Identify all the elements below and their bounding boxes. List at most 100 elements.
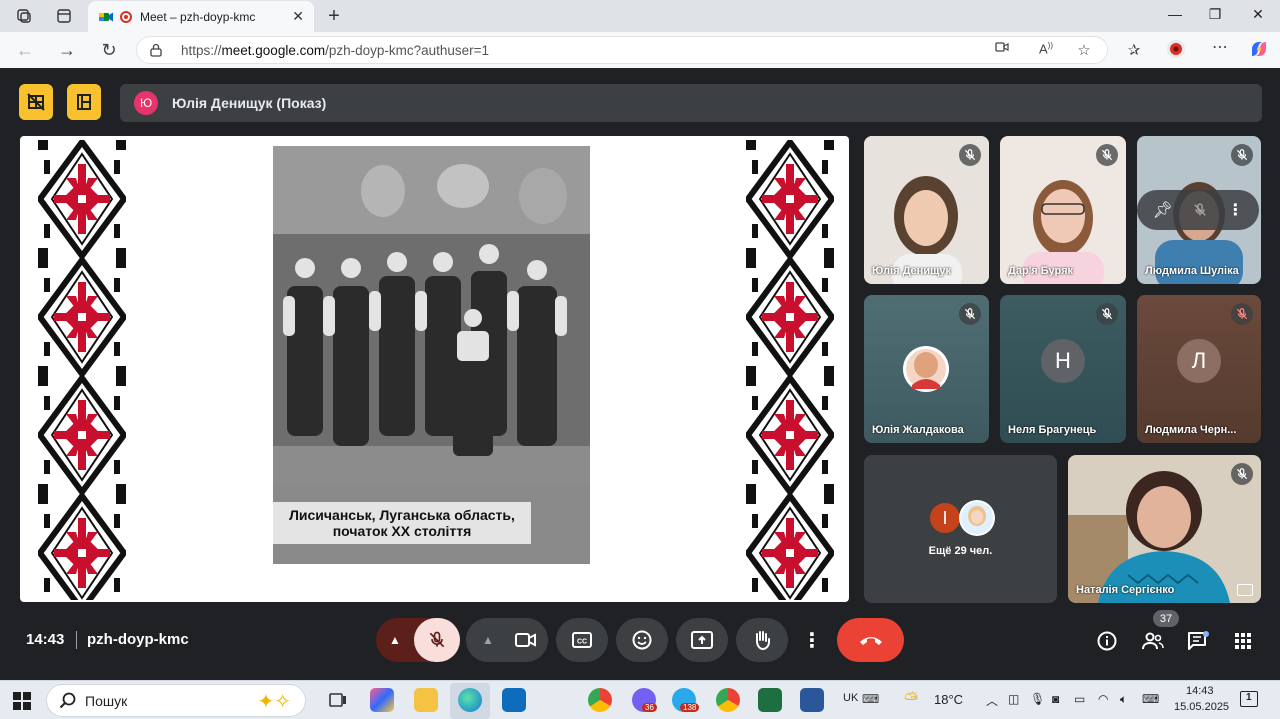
excel-icon[interactable] [758, 688, 782, 712]
more-options-icon[interactable]: ⋮ [1227, 200, 1243, 220]
leave-call-button[interactable] [837, 618, 904, 662]
present-screen-button[interactable] [676, 618, 728, 662]
mute-participant-icon[interactable] [1192, 202, 1208, 218]
mic-off-icon [959, 303, 981, 325]
address-bar-row: ← → ↻ https://meet.google.com/pzh-doyp-k… [0, 32, 1280, 68]
microphone-tray-icon[interactable]: 🎙︎ [1030, 692, 1045, 706]
participant-name: Юлія Жалдакова [872, 424, 964, 436]
copilot-icon[interactable] [1248, 38, 1268, 63]
participant-tile[interactable]: Наталія Сергієнко [1068, 455, 1261, 603]
reload-icon[interactable]: ↻ [98, 40, 120, 60]
captions-icon: CC [572, 632, 592, 648]
layout-icon [77, 94, 91, 110]
people-button[interactable] [1142, 630, 1164, 652]
divider [76, 631, 77, 649]
start-windows-icon[interactable] [13, 692, 31, 715]
people-icon [1142, 632, 1164, 650]
meeting-details-button[interactable] [1096, 630, 1118, 652]
participant-tile[interactable]: Н Неля Брагунець [1000, 295, 1126, 443]
telegram-unread-count: 138 [680, 703, 700, 712]
active-tab[interactable]: Meet – pzh-doyp-kmc ✕ [88, 1, 314, 32]
pin-icon[interactable]: 📌︎ [1153, 200, 1173, 220]
mic-off-icon [1096, 144, 1118, 166]
wifi-icon[interactable]: ◠ [1098, 692, 1108, 706]
keyboard-icon[interactable]: ⌨ [862, 692, 879, 706]
volume-icon[interactable]: 🔈︎ [1120, 692, 1127, 707]
keyboard-layout-icon[interactable]: ⌨ [1142, 692, 1159, 706]
participant-tile[interactable]: Юлія Денищук [864, 136, 989, 284]
caption-line-1: Лисичанськ, Луганська область, [289, 507, 515, 523]
url-field[interactable]: https://meet.google.com/pzh-doyp-kmc?aut… [136, 36, 1108, 64]
camera-icon [515, 633, 536, 647]
chrome-icon[interactable] [588, 688, 612, 712]
audio-options-chevron-icon[interactable]: ▲ [389, 633, 401, 647]
profile-avatar[interactable] [1166, 39, 1186, 62]
new-tab-icon[interactable]: + [324, 5, 344, 27]
participant-tile[interactable]: Л Людмила Черн... [1137, 295, 1261, 443]
file-explorer-icon[interactable] [414, 688, 438, 712]
microphone-toggle-button[interactable] [414, 618, 460, 662]
participant-tile[interactable]: Дар'я Буряк [1000, 136, 1126, 284]
weather-icon[interactable]: ⛅︎ [904, 689, 918, 710]
more-participants-tile[interactable]: І Ещё 29 чел. [864, 455, 1057, 603]
close-window-icon[interactable]: ✕ [1248, 6, 1268, 23]
mic-off-icon [1231, 303, 1253, 325]
favorites-icon[interactable]: ✰ [1124, 41, 1144, 59]
word-icon[interactable] [800, 688, 824, 712]
raise-hand-button[interactable] [736, 618, 788, 662]
presentation-bar: Ю Юлія Денищук (Показ) [120, 84, 1262, 122]
mic-off-icon [427, 630, 447, 650]
language-indicator[interactable]: UK [843, 692, 858, 704]
edge-browser-icon[interactable] [458, 688, 482, 712]
tab-actions-icon[interactable] [54, 6, 74, 26]
favorite-star-icon[interactable]: ☆ [1074, 41, 1094, 59]
chrome-profile-icon[interactable] [716, 688, 740, 712]
participant-name: Дар'я Буряк [1008, 265, 1073, 277]
hide-video-tiles-button[interactable] [19, 84, 53, 120]
video-options-chevron-icon[interactable]: ▲ [482, 633, 494, 647]
participant-tile[interactable]: 📌︎ ⋮ Людмила Шуліка [1137, 136, 1261, 284]
outlook-icon[interactable] [502, 688, 526, 712]
tray-app-icon[interactable]: ◫ [1008, 692, 1019, 706]
camera-control-group: ▲ [466, 618, 548, 662]
read-aloud-icon[interactable]: A)) [1036, 41, 1056, 56]
camera-toggle-button[interactable] [504, 618, 548, 662]
battery-icon[interactable]: ▭ [1074, 692, 1085, 706]
participant-name: Наталія Сергієнко [1076, 584, 1175, 596]
taskbar-clock-date[interactable]: 15.05.2025 [1174, 701, 1229, 713]
captions-button[interactable]: CC [556, 618, 608, 662]
maximize-icon[interactable]: ❐ [1205, 6, 1225, 23]
raise-hand-icon [756, 631, 770, 651]
mic-off-icon [959, 144, 981, 166]
reactions-button[interactable] [616, 618, 668, 662]
participant-tile[interactable]: Юлія Жалдакова [864, 295, 989, 443]
mic-off-icon [1096, 303, 1118, 325]
close-tab-icon[interactable]: ✕ [292, 8, 304, 25]
settings-more-icon[interactable]: ⋯ [1210, 37, 1230, 57]
back-icon[interactable]: ← [14, 40, 36, 60]
taskbar-search[interactable]: Пошук ✦✧ [46, 684, 306, 717]
tray-chevron-icon[interactable]: ︿ [986, 692, 998, 709]
camera-in-use-icon[interactable] [992, 41, 1012, 56]
chat-button[interactable] [1187, 630, 1209, 652]
site-info-icon[interactable] [149, 43, 163, 57]
copilot-app-icon[interactable] [370, 688, 394, 712]
workspaces-icon[interactable] [14, 6, 34, 26]
shared-slide: Лисичанськ, Луганська область, початок X… [20, 136, 849, 602]
task-view-icon[interactable] [326, 688, 350, 712]
browser-tab-bar: Meet – pzh-doyp-kmc ✕ + — ❐ ✕ [0, 0, 1280, 32]
info-icon [1097, 631, 1117, 651]
picture-in-picture-icon[interactable] [1237, 584, 1253, 596]
apps-grid-icon [1235, 633, 1251, 649]
more-options-button[interactable]: ⋮ [796, 618, 828, 662]
meeting-time: 14:43 [26, 631, 65, 648]
taskbar-clock-time[interactable]: 14:43 [1186, 685, 1214, 697]
activities-button[interactable] [1232, 630, 1254, 652]
present-icon [691, 631, 713, 649]
camera-tray-icon[interactable]: ◙ [1052, 692, 1059, 706]
url-host: meet.google.com [221, 42, 326, 58]
minimize-icon[interactable]: — [1165, 6, 1185, 22]
people-count-badge: 37 [1153, 610, 1179, 627]
forward-icon[interactable]: → [56, 40, 78, 60]
layout-button[interactable] [67, 84, 101, 120]
